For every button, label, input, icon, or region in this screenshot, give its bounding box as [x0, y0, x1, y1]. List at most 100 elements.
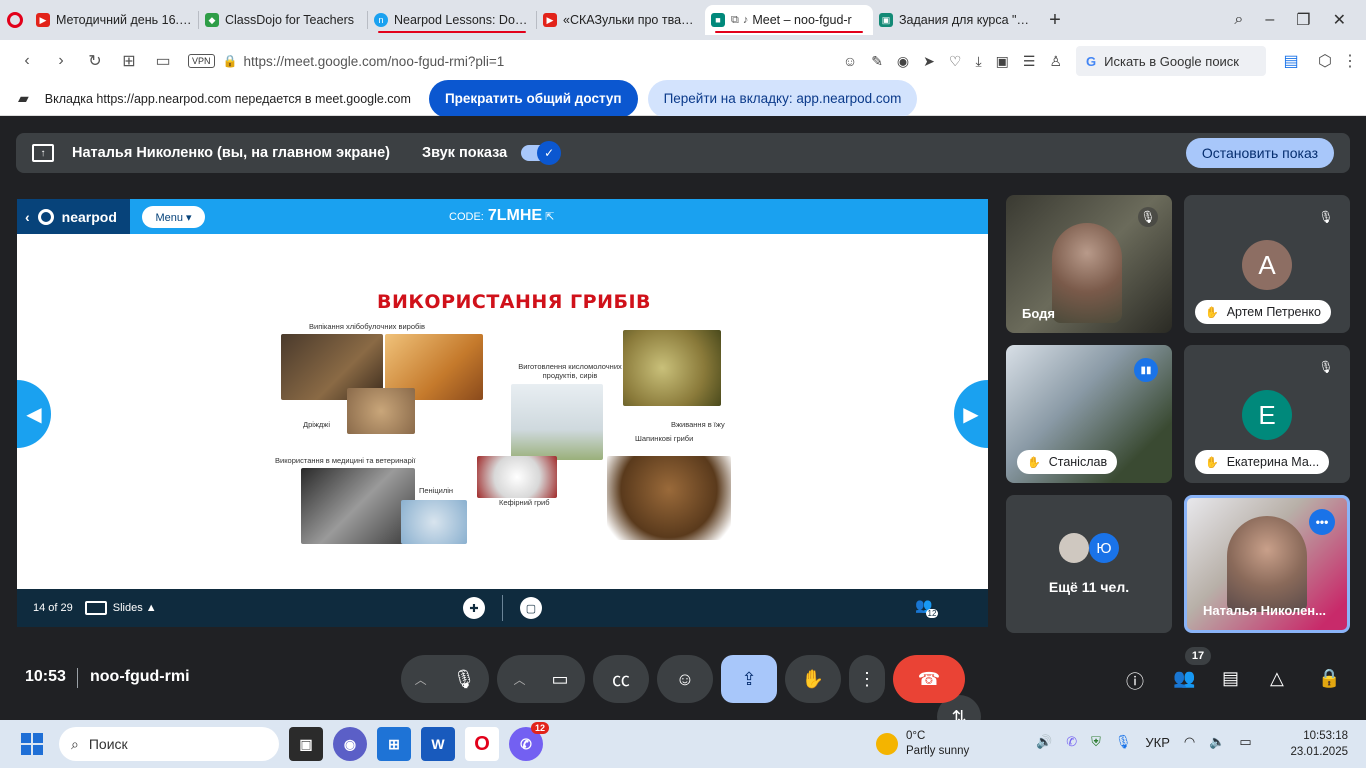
camera-options-chevron-icon[interactable]: ︿ — [513, 671, 525, 688]
opera-icon[interactable]: O — [465, 727, 499, 761]
speaker-icon[interactable]: ♪ — [743, 14, 749, 26]
emoji-icon[interactable]: ☺ — [843, 53, 857, 69]
microphone-tray-icon[interactable]: 🎙 — [1115, 734, 1132, 750]
label-kefir: Кефірний гриб — [499, 498, 550, 507]
window-controls: ⌕ – ❐ ✕ — [1234, 10, 1366, 30]
tabs-grid-icon[interactable]: ⊞ — [112, 51, 146, 71]
search-tabs-icon[interactable]: ⌕ — [1234, 11, 1243, 29]
bookmark-icon[interactable]: ▢ — [520, 597, 542, 619]
task-view-icon[interactable]: ▣ — [289, 727, 323, 761]
leave-call-button[interactable]: ☎ — [893, 655, 965, 703]
present-button[interactable]: ⇪ — [721, 655, 777, 703]
clock[interactable]: 10:53:18 23.01.2025 — [1290, 728, 1348, 760]
reactions-button[interactable]: ☺ — [657, 655, 713, 703]
stop-sharing-button[interactable]: Прекратить общий доступ — [428, 79, 638, 118]
stop-presenting-button[interactable]: Остановить показ — [1185, 138, 1334, 168]
nearpod-menu-button[interactable]: Menu ▾ — [142, 206, 205, 228]
new-tab-button[interactable]: + — [1041, 9, 1069, 32]
restore-icon[interactable]: ❐ — [1296, 10, 1310, 30]
pip-icon[interactable]: ⧉ — [731, 14, 739, 27]
tab-0[interactable]: ▶ Методичний день 16.01 - — [30, 5, 198, 35]
slide-content: ВИКОРИСТАННЯ ГРИБІВ Випікання хлібобулоч… — [267, 234, 739, 589]
minimize-icon[interactable]: – — [1265, 11, 1274, 29]
camera-icon[interactable]: ▭ — [552, 669, 569, 690]
back-icon[interactable]: ‹ — [10, 52, 44, 70]
tab-4-active[interactable]: ■ ⧉ ♪ Meet – noo-fgud-r — [705, 5, 873, 35]
chat-app-icon[interactable]: ◉ — [333, 727, 367, 761]
meet-icon: ■ — [711, 13, 725, 27]
camera-control[interactable]: ︿ ▭ — [497, 655, 585, 703]
close-icon[interactable]: ✕ — [1333, 10, 1346, 30]
sidebar-icon[interactable]: ▤ — [1274, 51, 1308, 71]
participants-icon[interactable]: 👥 12 — [915, 597, 939, 618]
vpn-badge[interactable]: VPN — [188, 54, 215, 68]
participant-tile-stanislav[interactable]: ▮▮ ✋ Станіслав — [1006, 345, 1172, 483]
participant-name: Наталья Николен... — [1203, 603, 1326, 618]
account-icon[interactable]: ♙ — [1049, 53, 1062, 70]
media-icon[interactable]: ▣ — [996, 53, 1009, 70]
lock-icon[interactable]: 🔒 — [223, 54, 238, 68]
language-indicator[interactable]: УКР — [1145, 735, 1170, 750]
viber-icon[interactable]: ✆ 12 — [509, 722, 549, 761]
more-icon[interactable]: ⋮ — [1342, 51, 1358, 71]
mic-control[interactable]: ︿ 🎙 — [401, 655, 489, 703]
tab-1[interactable]: ◆ ClassDojo for Teachers — [199, 5, 367, 35]
previous-slide-button[interactable]: ◀ — [17, 380, 51, 448]
edit-icon[interactable]: ✎ — [871, 53, 883, 70]
battery-icon[interactable]: ▭ — [1239, 734, 1251, 750]
volume-app-icon[interactable]: 🔊 — [1036, 734, 1052, 750]
self-tile[interactable]: ••• Наталья Николен... — [1184, 495, 1350, 633]
opera-menu-icon[interactable] — [0, 0, 30, 40]
reload-icon[interactable]: ↻ — [78, 51, 112, 71]
word-icon[interactable]: W — [421, 727, 455, 761]
viber-tray-icon[interactable]: ✆ — [1066, 734, 1077, 750]
host-controls-icon[interactable]: 🔒 — [1318, 668, 1340, 689]
participant-tile-bodya[interactable]: 🎙 Бодя — [1006, 195, 1172, 333]
mic-options-chevron-icon[interactable]: ︿ — [415, 671, 427, 688]
more-participants-tile[interactable]: Ю Ещё 11 чел. — [1006, 495, 1172, 633]
captions-button[interactable]: ㏄ — [593, 655, 649, 703]
url-field[interactable]: https://meet.google.com/noo-fgud-rmi?pli… — [243, 54, 504, 69]
extensions-icon[interactable]: ⬡ — [1308, 51, 1342, 71]
weather-widget[interactable]: 0°C Partly sunny — [876, 729, 969, 759]
nearpod-logo[interactable]: ‹ nearpod — [17, 199, 130, 234]
people-icon[interactable]: 👥 — [1173, 668, 1195, 689]
security-icon[interactable]: ⛨ — [1091, 734, 1101, 750]
camera-icon[interactable]: ▭ — [146, 51, 180, 71]
participant-tile-ekaterina[interactable]: 🎙 Е ✋ Екатерина Ма... — [1184, 345, 1350, 483]
label-dairy: Виготовлення кисломолочних продуктів, си… — [518, 362, 622, 380]
snapshot-icon[interactable]: ◉ — [897, 53, 909, 70]
download-icon[interactable]: ⤓ — [975, 53, 981, 70]
join-code[interactable]: CODE: 7LMHE ⇱ — [449, 207, 554, 225]
wifi-icon[interactable]: ◠ — [1184, 734, 1195, 750]
activity-icon[interactable]: ✚ — [463, 597, 485, 619]
more-options-button[interactable]: ⋮ — [849, 655, 885, 703]
store-icon[interactable]: ⊞ — [377, 727, 411, 761]
nearpod-header: ‹ nearpod Menu ▾ CODE: 7LMHE ⇱ — [17, 199, 988, 234]
back-chevron-icon[interactable]: ‹ — [25, 209, 30, 225]
tab-5[interactable]: ▣ Задания для курса "3 кла — [873, 5, 1041, 35]
tab-2[interactable]: n Nearpod Lessons: Downlo — [368, 5, 536, 35]
send-icon[interactable]: ➤ — [923, 53, 935, 70]
settings-icon[interactable]: ☰ — [1023, 53, 1036, 70]
activities-icon[interactable]: △ — [1270, 668, 1284, 689]
more-options-icon[interactable]: ••• — [1309, 509, 1335, 535]
taskbar-search[interactable]: ⌕ Поиск — [59, 727, 279, 761]
heart-icon[interactable]: ♡ — [949, 53, 962, 70]
sound-toggle[interactable]: ✓ — [521, 141, 562, 165]
youtube-icon: ▶ — [36, 13, 50, 27]
google-search-field[interactable]: G Искать в Google поиск — [1076, 46, 1266, 76]
tab-3[interactable]: ▶ «СКАЗульки про тварин» — [537, 5, 705, 35]
slides-toggle[interactable]: Slides ▲ — [84, 601, 157, 615]
next-slide-button[interactable]: ▶ — [954, 380, 988, 448]
start-icon[interactable] — [21, 733, 43, 755]
mic-icon[interactable]: 🎙 — [453, 669, 476, 690]
raise-hand-button[interactable]: ✋ — [785, 655, 841, 703]
info-icon[interactable]: ⓘ — [1126, 668, 1144, 694]
speaker-tray-icon[interactable]: 🔈 — [1209, 734, 1225, 750]
chat-icon[interactable]: ▤ — [1222, 668, 1239, 689]
participant-tile-artem[interactable]: 🎙 А ✋ Артем Петренко — [1184, 195, 1350, 333]
switch-tab-button[interactable]: Перейти на вкладку: app.nearpod.com — [647, 79, 918, 118]
forward-icon[interactable]: › — [44, 52, 78, 70]
avatar: А — [1242, 240, 1292, 290]
